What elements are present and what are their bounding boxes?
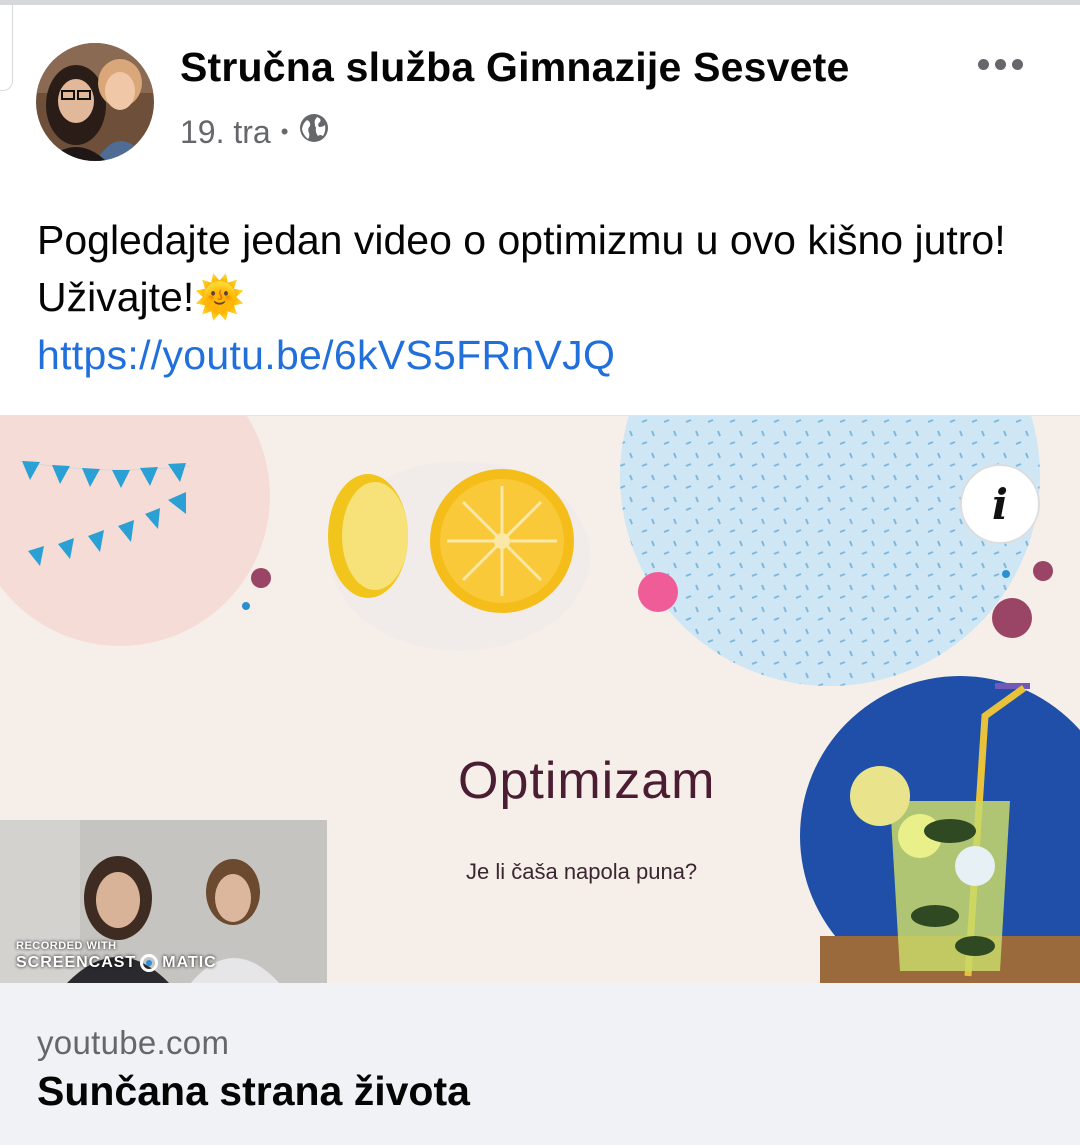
globe-icon [298,112,330,152]
post-link[interactable]: https://youtu.be/6kVS5FRnVJQ [37,332,615,379]
link-title[interactable]: Sunčana strana života [37,1068,470,1115]
info-icon[interactable]: i [960,464,1040,544]
link-caption[interactable] [0,983,1080,1145]
top-divider [0,0,1080,5]
watermark-recorded: RECORDED WITH [16,940,117,952]
avatar-photo [36,43,154,161]
post-meta: 19. tra • [180,112,330,152]
post-author[interactable]: Stručna služba Gimnazije Sesvete [180,44,850,91]
watermark-screencast: SCREENCAST [16,954,137,971]
webcam-overlay: RECORDED WITH SCREENCAST MATIC [0,820,327,984]
video-thumbnail[interactable]: Optimizam Je li čaša napola puna? i RECO… [0,415,1080,984]
previous-card-edge [0,5,13,91]
slide-title: Optimizam [458,752,716,810]
link-domain: youtube.com [37,1024,230,1061]
slide-subtitle: Je li čaša napola puna? [466,859,698,884]
watermark-matic: MATIC [162,954,217,971]
post-text: Pogledajte jedan video o optimizmu u ovo… [37,217,1006,320]
meta-separator: • [280,119,289,144]
screencast-logo-icon [140,954,159,972]
screencast-watermark: RECORDED WITH SCREENCAST MATIC [16,940,217,972]
post-date[interactable]: 19. tra [180,114,271,151]
more-options-icon[interactable] [972,44,1028,84]
avatar[interactable] [36,43,154,161]
